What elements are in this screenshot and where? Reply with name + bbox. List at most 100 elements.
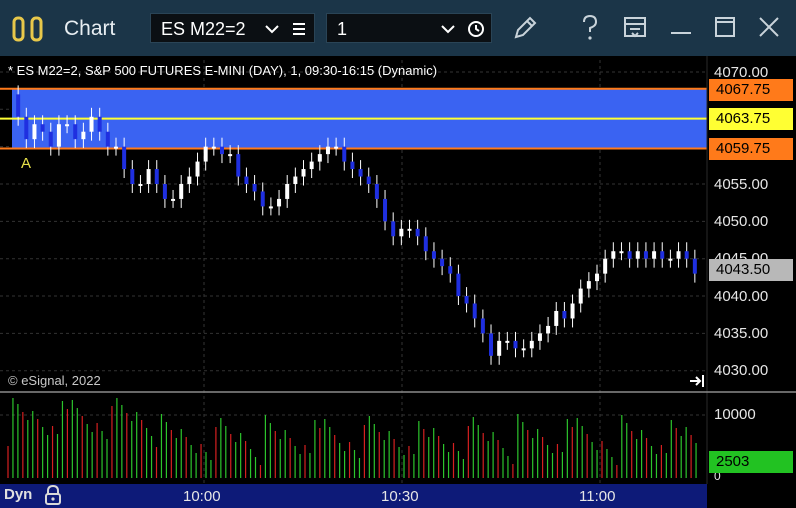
scroll-to-end-icon[interactable] xyxy=(688,373,706,389)
mid-line-price-label: 4063.75 xyxy=(709,108,793,130)
last-price-label: 4043.50 xyxy=(709,259,793,281)
candle-body xyxy=(431,251,436,259)
candle-body xyxy=(586,281,591,289)
candle-body xyxy=(643,251,648,259)
candle-body xyxy=(570,303,575,319)
chart-info-line: * ES M22=2, S&P 500 FUTURES E-MINI (DAY)… xyxy=(8,63,438,78)
candle-body xyxy=(65,124,70,127)
candle-body xyxy=(684,251,689,259)
draw-tool-button[interactable] xyxy=(508,12,542,44)
close-button[interactable] xyxy=(752,12,786,44)
candle-body xyxy=(578,288,583,304)
candle-body xyxy=(383,198,388,222)
price-tick: 4050.00 xyxy=(714,213,769,230)
candle-body xyxy=(350,161,355,170)
price-tick: 4040.00 xyxy=(714,288,769,305)
candle-body xyxy=(595,273,600,282)
candle-body xyxy=(464,296,469,304)
candle-body xyxy=(374,184,379,199)
candle-body xyxy=(138,184,143,186)
candle-body xyxy=(325,146,330,155)
candle-body xyxy=(285,184,290,199)
candle-body xyxy=(219,146,224,155)
minimize-button[interactable] xyxy=(664,12,698,44)
candle-body xyxy=(32,124,37,140)
candle-body xyxy=(162,184,167,199)
candle-body xyxy=(660,251,665,259)
candle-body xyxy=(676,251,681,259)
candle-body xyxy=(619,251,624,254)
dynamic-mode-label[interactable]: Dyn xyxy=(4,486,32,503)
candle-body xyxy=(146,169,151,184)
window-list-icon xyxy=(624,17,646,38)
price-chart[interactable] xyxy=(0,56,796,508)
candle-body xyxy=(391,221,396,237)
interval-combo[interactable]: 1 xyxy=(326,13,492,43)
copyright-text: © eSignal, 2022 xyxy=(8,373,101,388)
candle-body xyxy=(260,191,265,207)
candle-body xyxy=(40,124,45,132)
candle-body xyxy=(497,340,502,356)
candle-body xyxy=(537,333,542,341)
window-title: Chart xyxy=(64,17,116,40)
help-button[interactable] xyxy=(573,12,607,44)
candle-body xyxy=(505,340,510,343)
candle-body xyxy=(211,146,216,149)
candle-body xyxy=(635,251,640,259)
candle-body xyxy=(48,131,53,147)
candle-body xyxy=(334,146,339,149)
candle-body xyxy=(317,154,322,162)
candle-body xyxy=(562,310,567,319)
candle-body xyxy=(399,228,404,237)
maximize-icon xyxy=(715,17,735,37)
candle-body xyxy=(480,318,485,334)
candle-body xyxy=(423,236,428,252)
title-bar: Chart ES M22=2 1 xyxy=(0,0,796,56)
candle-body xyxy=(113,146,118,149)
candle-body xyxy=(73,124,78,140)
symbol-value: ES M22=2 xyxy=(161,19,246,39)
candle-body xyxy=(603,258,608,274)
window-options-button[interactable] xyxy=(618,12,652,44)
question-mark-icon xyxy=(583,14,598,40)
candle-body xyxy=(546,325,551,334)
candle-body xyxy=(358,169,363,177)
chevron-down-icon[interactable] xyxy=(264,23,280,35)
candle-body xyxy=(366,176,371,184)
chart-app-icon xyxy=(12,16,43,42)
time-label: 10:30 xyxy=(381,488,419,505)
candle-body xyxy=(81,131,86,140)
candle-body xyxy=(171,198,176,201)
candle-body xyxy=(692,258,697,274)
last-volume-label: 2503 xyxy=(709,451,793,473)
candle-body xyxy=(293,176,298,184)
candle-body xyxy=(277,198,282,207)
candle-body xyxy=(105,131,110,147)
time-label: 10:00 xyxy=(183,488,221,505)
candle-body xyxy=(415,228,420,237)
candle-body xyxy=(236,154,241,177)
candle-body xyxy=(268,206,273,209)
clock-icon[interactable] xyxy=(467,20,485,38)
candle-body xyxy=(342,146,347,162)
volume-tick: 10000 xyxy=(714,406,756,423)
candle-body xyxy=(252,184,257,192)
candle-body xyxy=(228,154,233,157)
close-icon xyxy=(759,17,779,37)
candle-body xyxy=(130,169,135,184)
chevron-down-icon[interactable] xyxy=(440,23,456,35)
candle-body xyxy=(301,169,306,177)
lock-icon[interactable] xyxy=(43,484,63,506)
candle-body xyxy=(89,116,94,132)
maximize-button[interactable] xyxy=(708,12,742,44)
candle-body xyxy=(554,310,559,326)
candle-body xyxy=(472,303,477,319)
candle-body xyxy=(521,348,526,351)
list-icon[interactable] xyxy=(291,22,307,36)
candle-body xyxy=(97,116,102,132)
candle-body xyxy=(187,176,192,184)
symbol-combo[interactable]: ES M22=2 xyxy=(150,13,315,43)
candle-body xyxy=(627,251,632,259)
upper-band-price-label: 4067.75 xyxy=(709,79,793,101)
candle-body xyxy=(56,124,61,147)
